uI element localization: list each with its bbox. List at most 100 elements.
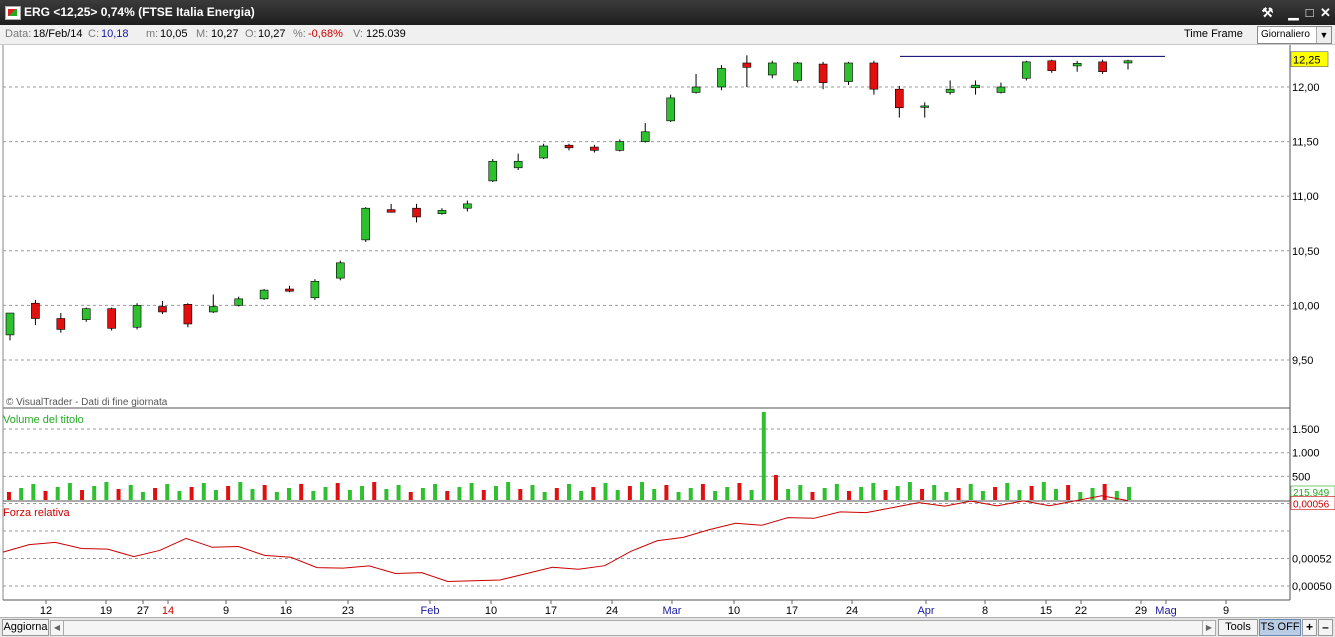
candle[interactable] xyxy=(971,84,980,89)
candle[interactable] xyxy=(437,210,447,214)
volume-bar[interactable] xyxy=(493,486,498,500)
volume-bar[interactable] xyxy=(140,492,145,500)
volume-bar[interactable] xyxy=(481,490,486,500)
volume-bar[interactable] xyxy=(201,483,206,500)
candle[interactable] xyxy=(31,302,40,319)
volume-bar[interactable] xyxy=(55,487,60,500)
volume-bar[interactable] xyxy=(883,490,888,500)
volume-bar[interactable] xyxy=(956,488,961,500)
volume-bar[interactable] xyxy=(262,485,267,500)
candle[interactable] xyxy=(361,207,371,241)
candle[interactable] xyxy=(158,306,167,313)
volume-bar[interactable] xyxy=(542,492,547,500)
tools-button[interactable]: Tools xyxy=(1218,619,1258,636)
candle[interactable] xyxy=(513,160,523,169)
volume-bar[interactable] xyxy=(372,482,377,500)
volume-bar[interactable] xyxy=(822,488,827,500)
candle[interactable] xyxy=(640,131,650,142)
volume-bar[interactable] xyxy=(469,483,474,500)
candle[interactable] xyxy=(666,97,675,122)
volume-bar[interactable] xyxy=(688,488,693,500)
volume-bar[interactable] xyxy=(615,490,620,500)
volume-bar[interactable] xyxy=(579,491,584,500)
candle[interactable] xyxy=(895,88,904,109)
scroll-left-icon[interactable]: ◀ xyxy=(51,621,64,635)
candle[interactable] xyxy=(1072,63,1082,67)
volume-bar[interactable] xyxy=(761,412,766,500)
candle[interactable] xyxy=(818,63,828,83)
candle[interactable] xyxy=(208,306,218,313)
volume-bar[interactable] xyxy=(347,490,352,500)
volume-bar[interactable] xyxy=(737,483,742,500)
volume-bar[interactable] xyxy=(664,485,669,500)
volume-bar[interactable] xyxy=(420,488,425,500)
volume-bar[interactable] xyxy=(810,492,815,500)
volume-bar[interactable] xyxy=(287,488,291,500)
candle[interactable] xyxy=(615,141,625,151)
candle[interactable] xyxy=(488,160,498,182)
scroll-right-icon[interactable]: ▶ xyxy=(1202,621,1215,635)
candle[interactable] xyxy=(539,145,548,159)
ts-off-button[interactable]: TS OFF xyxy=(1259,619,1301,636)
volume-bar[interactable] xyxy=(433,484,438,500)
volume-bar[interactable] xyxy=(847,491,851,500)
volume-bar[interactable] xyxy=(773,475,778,500)
maximize-button[interactable]: □ xyxy=(1301,4,1318,21)
volume-bar[interactable] xyxy=(396,485,401,500)
volume-bar[interactable] xyxy=(895,486,900,500)
volume-bar[interactable] xyxy=(786,489,791,500)
candle[interactable] xyxy=(691,86,701,93)
volume-bar[interactable] xyxy=(43,491,48,500)
volume-bar[interactable] xyxy=(165,484,170,500)
candle[interactable] xyxy=(386,209,396,213)
volume-bar[interactable] xyxy=(1005,483,1010,500)
zoom-in-button[interactable]: + xyxy=(1302,619,1317,636)
volume-bar[interactable] xyxy=(177,491,182,500)
volume-bar[interactable] xyxy=(1053,489,1058,500)
volume-bar[interactable] xyxy=(408,492,413,500)
candle[interactable] xyxy=(1098,61,1107,73)
volume-bar[interactable] xyxy=(213,490,218,500)
candle[interactable] xyxy=(1047,60,1057,71)
volume-bar[interactable] xyxy=(92,486,97,500)
candle[interactable] xyxy=(310,281,320,299)
candle[interactable] xyxy=(234,298,243,306)
volume-bar[interactable] xyxy=(591,487,596,500)
candle[interactable] xyxy=(5,312,15,336)
time-scrollbar[interactable]: ◀ ▶ xyxy=(50,620,1216,636)
candle[interactable] xyxy=(259,289,269,300)
volume-bar[interactable] xyxy=(798,485,803,500)
volume-bar[interactable] xyxy=(859,487,864,500)
candle[interactable] xyxy=(285,288,294,292)
volume-bar[interactable] xyxy=(713,491,718,500)
candle[interactable] xyxy=(564,144,574,149)
candle[interactable] xyxy=(81,308,91,320)
volume-bar[interactable] xyxy=(67,483,72,500)
candle[interactable] xyxy=(869,62,879,90)
volume-bar[interactable] xyxy=(457,487,462,500)
candle[interactable] xyxy=(412,207,421,218)
volume-bar[interactable] xyxy=(1066,485,1071,500)
volume-bar[interactable] xyxy=(311,491,316,500)
close-button[interactable]: ✕ xyxy=(1317,4,1334,21)
candle[interactable] xyxy=(844,62,853,82)
volume-bar[interactable] xyxy=(226,486,231,500)
volume-bar[interactable] xyxy=(189,487,194,500)
volume-bar[interactable] xyxy=(19,488,24,500)
candle[interactable] xyxy=(132,305,142,328)
volume-bar[interactable] xyxy=(932,485,937,500)
volume-bar[interactable] xyxy=(603,483,608,500)
volume-bar[interactable] xyxy=(944,492,949,500)
volume-bar[interactable] xyxy=(238,482,243,500)
volume-bar[interactable] xyxy=(31,484,36,500)
volume-bar[interactable] xyxy=(530,485,535,500)
candle[interactable] xyxy=(1123,60,1133,64)
candle[interactable] xyxy=(793,62,802,81)
volume-bar[interactable] xyxy=(980,491,985,500)
volume-bar[interactable] xyxy=(676,492,681,500)
volume-bar[interactable] xyxy=(627,486,632,500)
candle[interactable] xyxy=(742,62,752,68)
volume-bar[interactable] xyxy=(323,487,328,500)
volume-bar[interactable] xyxy=(384,489,389,500)
volume-bar[interactable] xyxy=(725,487,730,500)
